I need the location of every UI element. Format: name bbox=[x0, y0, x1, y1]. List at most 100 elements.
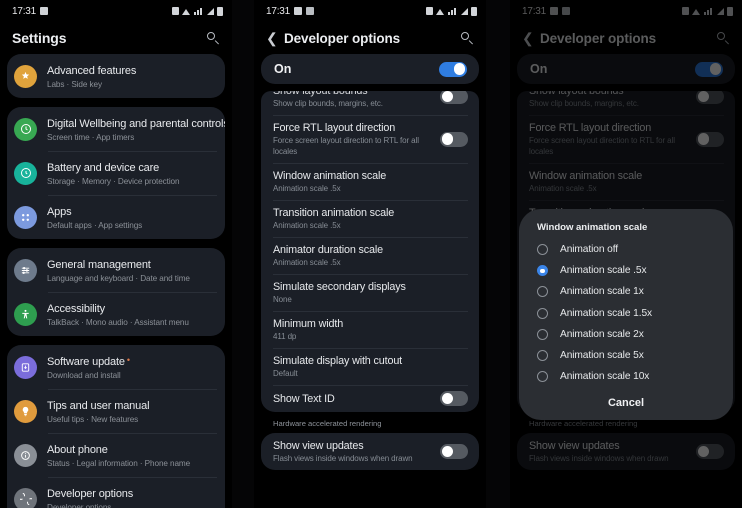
radio-button-icon[interactable] bbox=[537, 371, 548, 383]
dialog-option-animation-scale-1-5x[interactable]: Animation scale 1.5x bbox=[519, 303, 733, 324]
row-title: Show view updates bbox=[273, 440, 364, 452]
row-simulate-secondary-displays[interactable]: Simulate secondary displays None bbox=[261, 274, 479, 311]
dialog-option-animation-scale-0-5x[interactable]: Animation scale .5x bbox=[519, 260, 733, 281]
sidebar-item-accessibility[interactable]: Accessibility TalkBack · Mono audio · As… bbox=[7, 292, 225, 336]
row-show-view-updates[interactable]: Show view updates Flash views inside win… bbox=[517, 433, 735, 470]
dialog-option-animation-scale-1x[interactable]: Animation scale 1x bbox=[519, 281, 733, 302]
row-subtitle: Animation scale .5x bbox=[273, 221, 341, 230]
settings-group: Digital Wellbeing and parental controls … bbox=[7, 107, 225, 239]
row-title: Minimum width bbox=[273, 318, 344, 330]
row-show-layout-bounds[interactable]: Show layout bounds Show clip bounds, mar… bbox=[517, 91, 735, 115]
radio-button-icon[interactable] bbox=[537, 286, 548, 298]
dialog-option-animation-scale-2x[interactable]: Animation scale 2x bbox=[519, 324, 733, 345]
digital-wellbeing-icon bbox=[14, 117, 37, 141]
row-title: Force RTL layout direction bbox=[273, 122, 396, 134]
back-arrow-icon[interactable]: ❮ bbox=[522, 31, 534, 45]
sidebar-item-apps[interactable]: Apps Default apps · App settings bbox=[7, 195, 225, 239]
dialog-option-label: Animation off bbox=[560, 244, 618, 256]
row-subtitle: Show clip bounds, margins, etc. bbox=[529, 99, 639, 108]
sidebar-item-digital-wellbeing[interactable]: Digital Wellbeing and parental controls … bbox=[7, 107, 225, 151]
row-text: Force RTL layout direction Force screen … bbox=[273, 121, 440, 157]
wifi-icon bbox=[436, 8, 445, 15]
radio-button-icon[interactable] bbox=[537, 244, 548, 256]
row-animator-duration-scale[interactable]: Animator duration scale Animation scale … bbox=[261, 237, 479, 274]
list-item-title: Software update • bbox=[47, 355, 130, 369]
toggle-knob bbox=[697, 133, 710, 145]
settings-group: General management Language and keyboard… bbox=[7, 248, 225, 336]
list-item-title-text: Software update bbox=[47, 356, 125, 368]
sidebar-item-general-management[interactable]: General management Language and keyboard… bbox=[7, 248, 225, 292]
status-bar-right bbox=[172, 6, 223, 16]
row-toggle[interactable] bbox=[440, 131, 468, 147]
master-switch-toggle[interactable] bbox=[695, 61, 723, 77]
row-force-rtl-layout-direction[interactable]: Force RTL layout direction Force screen … bbox=[517, 115, 735, 163]
row-toggle[interactable] bbox=[696, 131, 724, 147]
status-bar-right bbox=[426, 6, 477, 16]
row-window-animation-scale[interactable]: Window animation scale Animation scale .… bbox=[261, 163, 479, 200]
sidebar-item-developer-options[interactable]: Developer options Developer options bbox=[7, 477, 225, 508]
sidebar-item-tips-user-manual[interactable]: Tips and user manual Useful tips · New f… bbox=[7, 389, 225, 433]
row-subtitle: Flash views inside windows when drawn bbox=[529, 454, 669, 463]
dialog-option-label: Animation scale 5x bbox=[560, 350, 644, 362]
back-arrow-icon[interactable]: ❮ bbox=[266, 31, 278, 45]
master-switch-toggle[interactable] bbox=[439, 61, 467, 77]
row-text: Show layout bounds Show clip bounds, mar… bbox=[273, 91, 389, 109]
row-toggle[interactable] bbox=[696, 444, 724, 459]
row-window-animation-scale[interactable]: Window animation scale Animation scale .… bbox=[517, 163, 735, 200]
list-item-text: Software update • Download and install bbox=[47, 352, 130, 382]
sidebar-item-battery-device-care[interactable]: Battery and device care Storage · Memory… bbox=[7, 151, 225, 195]
phone-panel-settings: 17:31 Settings Advanced features Labs · … bbox=[0, 0, 232, 508]
nfc-icon bbox=[172, 7, 179, 15]
row-toggle[interactable] bbox=[440, 391, 468, 406]
sidebar-item-about-phone[interactable]: About phone Status · Legal information ·… bbox=[7, 433, 225, 477]
search-icon[interactable] bbox=[716, 31, 730, 45]
signal-icon bbox=[716, 7, 724, 15]
list-item-subtitle: Storage · Memory · Device protection bbox=[47, 177, 180, 186]
row-toggle[interactable] bbox=[440, 91, 468, 104]
toggle-knob bbox=[441, 392, 454, 405]
radio-button-icon[interactable] bbox=[537, 350, 548, 362]
radio-button-icon[interactable] bbox=[537, 328, 548, 340]
dialog-option-animation-off[interactable]: Animation off bbox=[519, 239, 733, 260]
row-title: Animator duration scale bbox=[273, 244, 383, 256]
toggle-knob bbox=[697, 445, 710, 458]
status-bar-left: 17:31 bbox=[522, 6, 571, 17]
list-item-text: Accessibility TalkBack · Mono audio · As… bbox=[47, 299, 189, 329]
status-bar: 17:31 bbox=[254, 0, 486, 22]
row-text: Minimum width 411 dp bbox=[273, 317, 349, 342]
row-transition-animation-scale[interactable]: Transition animation scale Animation sca… bbox=[261, 200, 479, 237]
row-title: Window animation scale bbox=[273, 170, 387, 182]
search-icon[interactable] bbox=[206, 31, 220, 45]
row-minimum-width[interactable]: Minimum width 411 dp bbox=[261, 311, 479, 348]
dialog-option-label: Animation scale .5x bbox=[560, 265, 647, 277]
screenshot-icon bbox=[562, 7, 571, 15]
master-switch-row[interactable]: On bbox=[261, 54, 479, 84]
list-item-title: Battery and device care bbox=[47, 162, 160, 174]
row-title: Window animation scale bbox=[529, 170, 643, 182]
row-show-layout-bounds[interactable]: Show layout bounds Show clip bounds, mar… bbox=[261, 91, 479, 115]
search-icon[interactable] bbox=[460, 31, 474, 45]
row-toggle[interactable] bbox=[696, 91, 724, 104]
dialog-option-animation-scale-5x[interactable]: Animation scale 5x bbox=[519, 345, 733, 366]
sidebar-item-advanced-features[interactable]: Advanced features Labs · Side key bbox=[7, 54, 225, 98]
page-title: Developer options bbox=[284, 30, 401, 46]
row-toggle[interactable] bbox=[440, 444, 468, 459]
row-show-text-id[interactable]: Show Text ID bbox=[261, 385, 479, 412]
list-item-text: General management Language and keyboard… bbox=[47, 255, 190, 285]
sidebar-item-software-update[interactable]: Software update • Download and install bbox=[7, 345, 225, 389]
advanced-features-icon bbox=[14, 64, 37, 88]
toggle-knob bbox=[441, 445, 454, 458]
radio-button-selected-icon[interactable] bbox=[537, 265, 548, 277]
list-item-title: Developer options bbox=[47, 488, 134, 500]
row-title: Transition animation scale bbox=[273, 207, 395, 219]
master-switch-row[interactable]: On bbox=[517, 54, 735, 84]
row-force-rtl-layout-direction[interactable]: Force RTL layout direction Force screen … bbox=[261, 115, 479, 163]
row-show-view-updates[interactable]: Show view updates Flash views inside win… bbox=[261, 433, 479, 470]
row-simulate-display-with-cutout[interactable]: Simulate display with cutout Default bbox=[261, 348, 479, 385]
dialog-option-animation-scale-10x[interactable]: Animation scale 10x bbox=[519, 366, 733, 387]
radio-button-icon[interactable] bbox=[537, 307, 548, 319]
settings-list: Advanced features Labs · Side key Digita… bbox=[0, 54, 232, 508]
row-text: Window animation scale Animation scale .… bbox=[273, 169, 392, 194]
list-item-text: Developer options Developer options bbox=[47, 484, 133, 508]
cancel-button[interactable]: Cancel bbox=[519, 387, 733, 412]
